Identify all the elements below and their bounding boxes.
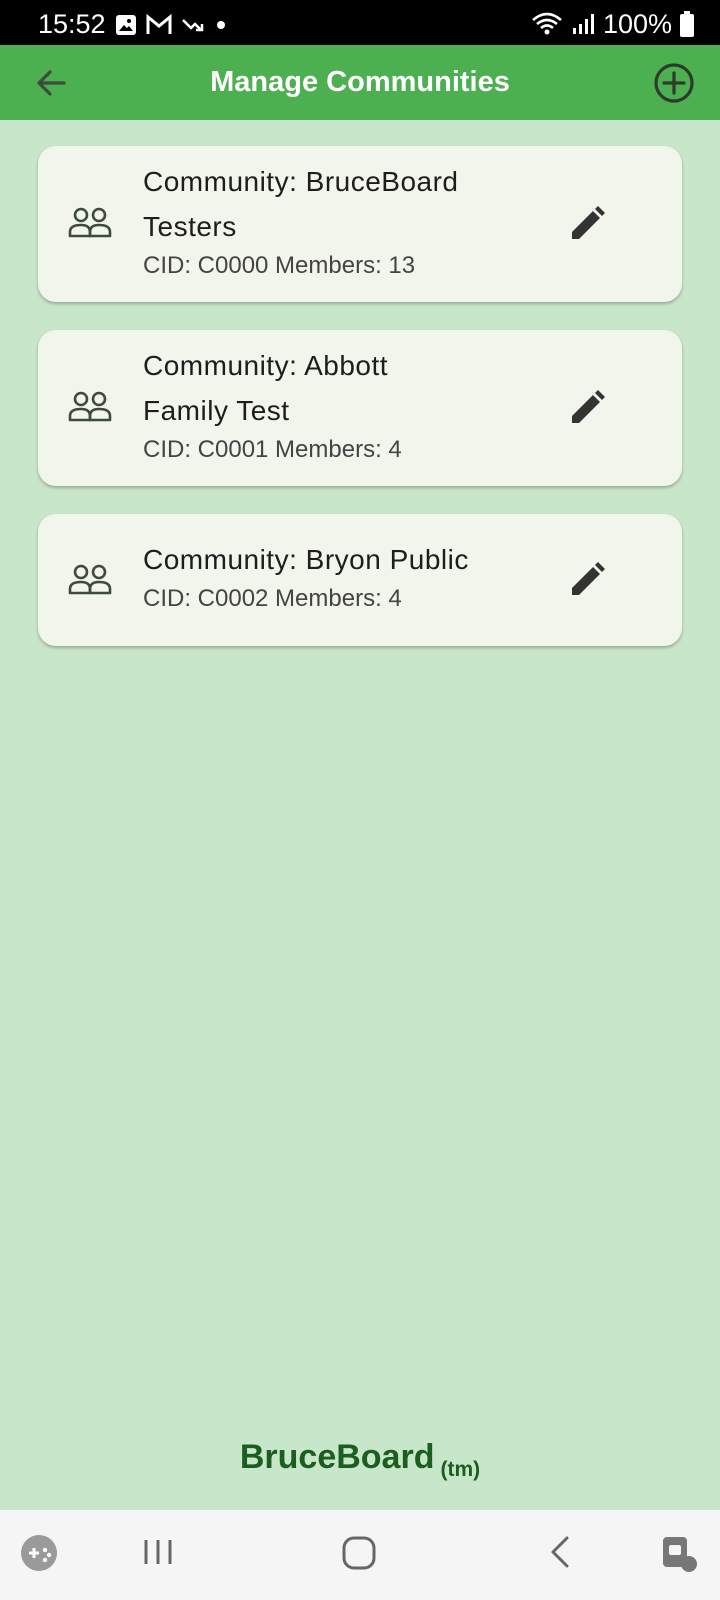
community-title: Community: BruceBoard [143,166,459,197]
back-icon[interactable] [545,1534,575,1570]
add-circle-icon[interactable] [652,61,696,105]
brand-name: BruceBoard [239,1438,435,1476]
wifi-icon [532,12,562,35]
home-icon[interactable] [340,1534,378,1572]
community-title: Community: Bryon Public [143,544,469,575]
status-bar: 15:52 100% [0,0,720,45]
dot-icon [217,21,225,29]
assistant-icon[interactable] [660,1534,700,1574]
system-nav-bar [0,1510,720,1600]
edit-icon[interactable] [568,561,606,599]
status-notification-icons [115,13,228,37]
image-icon [116,15,136,35]
people-icon [68,564,112,595]
gmail-icon [146,14,172,34]
community-card[interactable]: Community: Abbott Family Test CID: C0001… [38,330,682,486]
status-right: 100% [531,9,694,39]
brand-footer: BruceBoard (tm) [0,1438,720,1481]
page-title: Manage Communities [210,66,510,98]
game-launcher-icon[interactable] [20,1534,58,1572]
community-card[interactable]: Community: BruceBoard Testers CID: C0000… [38,146,682,302]
edit-icon[interactable] [568,389,606,427]
community-card[interactable]: Community: Bryon Public CID: C0002 Membe… [38,514,682,646]
community-title-continued: Family Test [143,395,290,426]
signal-icon [572,14,594,34]
community-subtitle: CID: C0000 Members: 13 [143,252,416,279]
community-subtitle: CID: C0001 Members: 4 [143,436,402,463]
people-icon [68,207,112,238]
battery-icon [680,11,694,37]
status-time: 15:52 [38,9,106,39]
battery-percent: 100% [602,9,672,39]
community-subtitle: CID: C0002 Members: 4 [143,585,402,612]
app-bar: Manage Communities [0,45,720,120]
community-text: Community: Bryon Public CID: C0002 Membe… [143,537,523,616]
people-icon [68,391,112,422]
community-title: Community: Abbott [143,350,389,381]
edit-icon[interactable] [568,205,606,243]
missed-call-icon [182,19,204,32]
community-title-continued: Testers [143,211,237,242]
brand-trademark: (tm) [440,1458,481,1481]
community-text: Community: Abbott Family Test CID: C0001… [143,343,523,467]
community-text: Community: BruceBoard Testers CID: C0000… [143,159,523,283]
recents-icon[interactable] [140,1534,176,1570]
